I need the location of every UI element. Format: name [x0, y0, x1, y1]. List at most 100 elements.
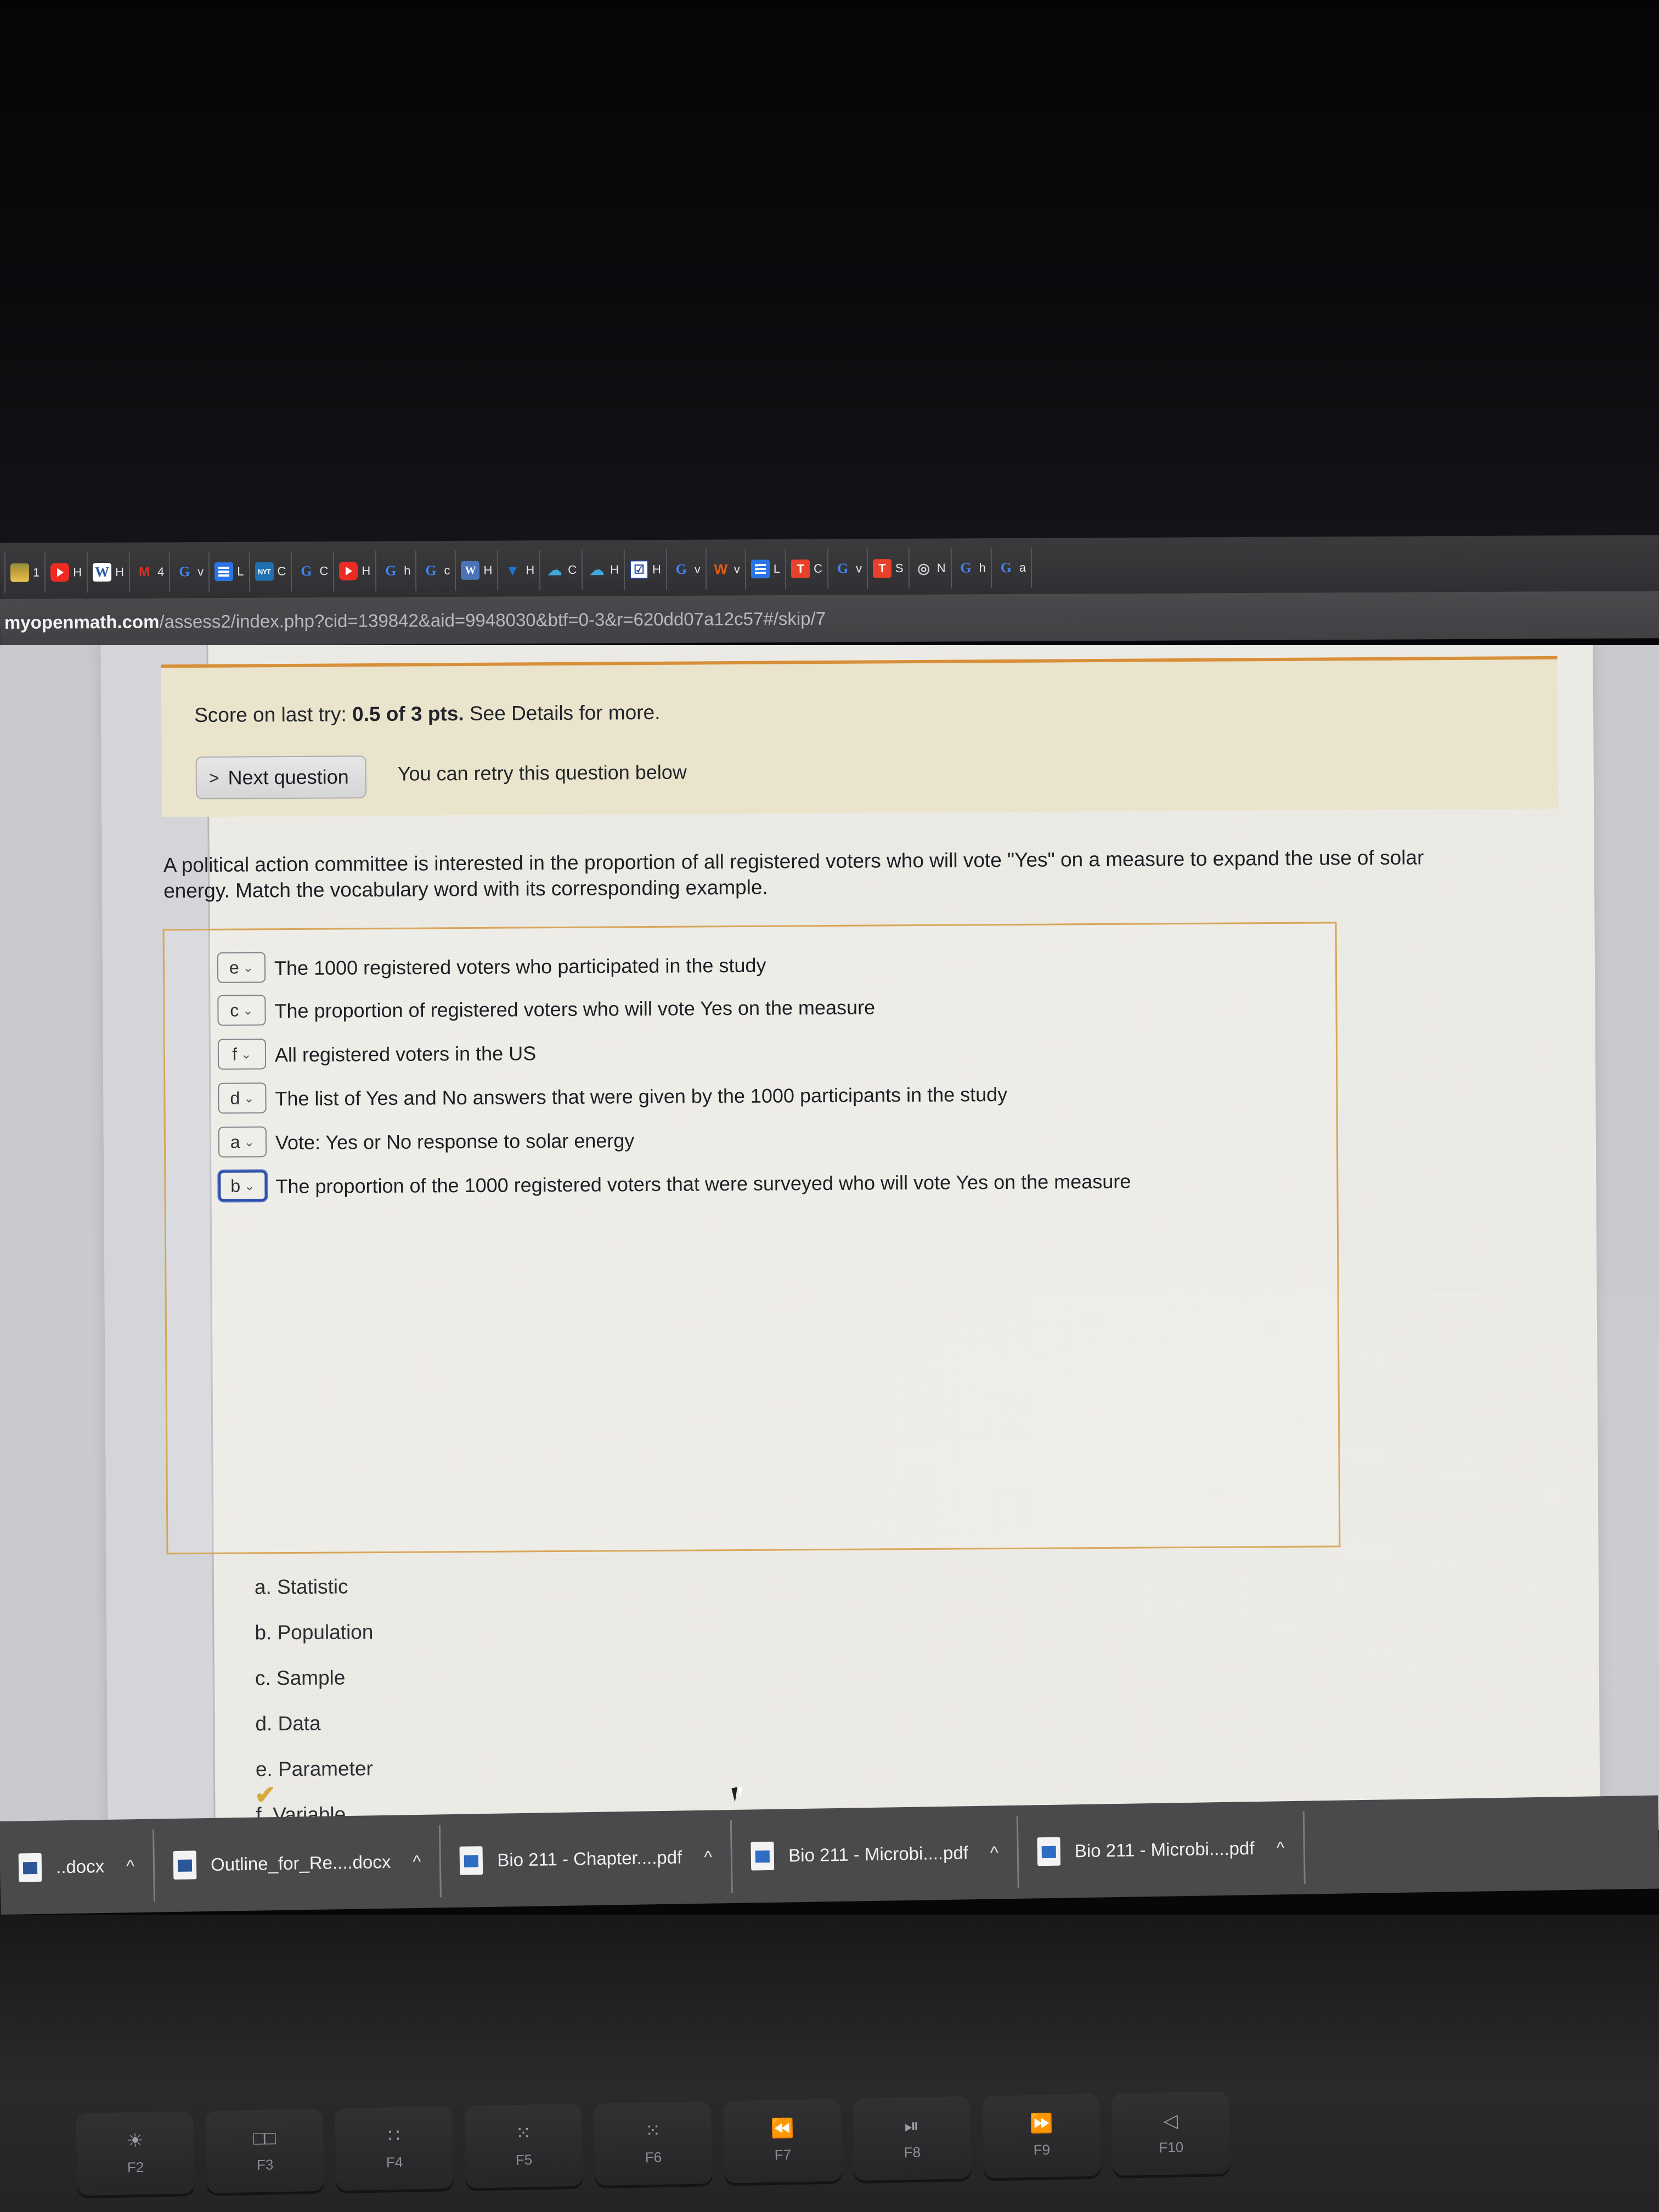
keyboard-key[interactable]: ⏩ F9: [981, 2094, 1101, 2179]
pdf-file-icon: [1037, 1837, 1061, 1866]
keyboard-key[interactable]: ⏯ F8: [852, 2096, 972, 2181]
browser-tab[interactable]: ☁ C: [540, 549, 583, 591]
score-value: 0.5 of 3 pts.: [352, 702, 464, 726]
browser-tab-label: C: [319, 564, 329, 578]
browser-tab-label: H: [526, 563, 535, 577]
download-item[interactable]: Bio 211 - Microbi....pdf ^: [1018, 1811, 1306, 1888]
matching-answer-box: e ⌄ The 1000 registered voters who partici…: [162, 922, 1341, 1555]
browser-tab[interactable]: Wv: [706, 549, 747, 590]
browser-tab[interactable]: M4: [129, 551, 171, 592]
browser-tab[interactable]: L: [746, 548, 787, 590]
match-dropdown[interactable]: d ⌄: [218, 1082, 267, 1114]
browser-tab[interactable]: TC: [786, 548, 829, 589]
google-icon: G: [1000, 559, 1012, 576]
browser-tab-label: H: [652, 562, 661, 577]
google-icon: G: [385, 562, 397, 579]
keyboard-key[interactable]: ⁙ F6: [594, 2101, 713, 2186]
google-icon: G: [837, 560, 849, 577]
browser-tab[interactable]: Gc: [416, 550, 456, 591]
score-text: Score on last try: 0.5 of 3 pts. See Det…: [194, 701, 661, 727]
keyboard-key[interactable]: □□ F3: [205, 2108, 325, 2193]
keyboard-key[interactable]: ∷ F4: [335, 2106, 454, 2191]
browser-tab[interactable]: ▼ H: [498, 550, 541, 591]
mouse-cursor: [731, 1785, 746, 1803]
match-dropdown-value: b: [230, 1176, 241, 1196]
browser-tab-label: v: [198, 565, 204, 579]
browser-tab[interactable]: Gv: [667, 549, 707, 590]
keyboard-key[interactable]: ⏪ F7: [723, 2098, 842, 2183]
browser-tab[interactable]: Ga: [991, 547, 1032, 589]
download-item[interactable]: Bio 211 - Microbi....pdf ^: [732, 1815, 1019, 1893]
match-row: d ⌄ The list of Yes and No answers that we…: [218, 1075, 1007, 1114]
question-prompt: A political action committee is interest…: [163, 846, 1424, 902]
chevron-up-icon[interactable]: ^: [1276, 1838, 1285, 1858]
browser-tab[interactable]: Gh: [376, 550, 417, 591]
keyboard-key[interactable]: ◁ F10: [1111, 2091, 1231, 2176]
chevron-up-icon[interactable]: ^: [126, 1856, 135, 1876]
browser-tab[interactable]: NYT C: [250, 551, 292, 592]
download-item[interactable]: Outline_for_Re....docx ^: [154, 1825, 442, 1902]
browser-tab-label: C: [568, 562, 577, 577]
match-dropdown[interactable]: b ⌄: [218, 1170, 267, 1201]
tableau-icon: T: [791, 559, 810, 578]
browser-tab[interactable]: H: [46, 552, 88, 593]
browser-tab-label: v: [855, 561, 862, 575]
browser-tab-label: H: [362, 563, 371, 578]
rewind-icon: ⏪: [770, 2117, 794, 2139]
browser-tab[interactable]: L: [210, 551, 250, 592]
download-filename: Bio 211 - Microbi....pdf: [1074, 1838, 1255, 1861]
download-item[interactable]: Bio 211 - Chapter....pdf ^: [441, 1820, 733, 1898]
browser-tab[interactable]: TS: [867, 548, 910, 589]
match-dropdown[interactable]: e ⌄: [217, 952, 266, 983]
keyboard-key[interactable]: ☀ F2: [76, 2111, 195, 2196]
browser-tab-label: h: [404, 563, 411, 578]
web-page-viewport: Score on last try: 0.5 of 3 pts. See Det…: [0, 645, 1659, 1830]
cloud-icon: ☁: [548, 561, 562, 579]
browser-tab[interactable]: Gv: [828, 548, 868, 589]
keyboard-key[interactable]: ⁙ F5: [464, 2103, 583, 2188]
browser-tab[interactable]: Gh: [951, 548, 992, 589]
pdf-file-icon: [751, 1841, 775, 1871]
keyboard-backlight-down-icon: ⁙: [515, 2122, 532, 2144]
google-icon: G: [179, 563, 190, 580]
score-suffix: See Details for more.: [464, 701, 661, 725]
browser-tab[interactable]: ☁ H: [582, 549, 625, 590]
match-row: a ⌄ Vote: Yes or No response to solar ener…: [218, 1121, 635, 1158]
match-row: f ⌄ All registered voters in the US: [217, 1034, 537, 1070]
browser-tab[interactable]: WH: [87, 551, 131, 593]
chevron-up-icon[interactable]: ^: [413, 1851, 421, 1871]
chevron-up-icon[interactable]: ^: [704, 1847, 713, 1867]
match-dropdown[interactable]: c ⌄: [217, 995, 266, 1026]
browser-tab[interactable]: ☑ H: [624, 549, 668, 590]
chevron-down-icon: ⌄: [244, 1134, 255, 1149]
nyt-icon: NYT: [255, 562, 274, 581]
browser-tab[interactable]: H: [334, 550, 377, 592]
download-filename: Outline_for_Re....docx: [210, 1851, 391, 1875]
browser-tab[interactable]: Gv: [170, 551, 210, 592]
checkbox-icon: ☑: [629, 560, 649, 579]
keyboard-backlight-up-icon: ⁙: [645, 2120, 661, 2141]
chevron-down-icon: ⌄: [244, 1090, 255, 1105]
browser-tab[interactable]: 1: [4, 552, 46, 593]
next-question-button[interactable]: > Next question: [195, 755, 366, 800]
browser-tab[interactable]: WH: [456, 550, 499, 591]
match-item-text: The proportion of the 1000 registered vo…: [275, 1170, 1131, 1198]
keyboard-key-label: F10: [1159, 2138, 1184, 2155]
chevron-down-icon: ⌄: [242, 960, 254, 975]
google-docs-icon: [751, 560, 770, 579]
download-item[interactable]: ..docx ^: [0, 1829, 156, 1904]
browser-tab[interactable]: GC: [292, 551, 335, 592]
match-dropdown[interactable]: a ⌄: [218, 1126, 267, 1158]
match-item-text: Vote: Yes or No response to solar energy: [275, 1129, 635, 1154]
answer-key-item: e. Parameter: [255, 1757, 373, 1781]
browser-tab[interactable]: ◎ N: [909, 548, 952, 589]
dark-room-bezel: [0, 0, 1659, 543]
url-text: myopenmath.com/assess2/index.php?cid=139…: [4, 608, 826, 633]
chevron-up-icon[interactable]: ^: [990, 1842, 999, 1863]
keyboard-key-label: F3: [256, 2155, 274, 2173]
browser-tab-label: v: [733, 562, 740, 576]
match-dropdown[interactable]: f ⌄: [217, 1039, 267, 1070]
chevron-right-icon: >: [208, 768, 219, 788]
match-item-text: The list of Yes and No answers that were…: [275, 1083, 1008, 1110]
browser-address-bar[interactable]: myopenmath.com/assess2/index.php?cid=139…: [0, 591, 1659, 646]
